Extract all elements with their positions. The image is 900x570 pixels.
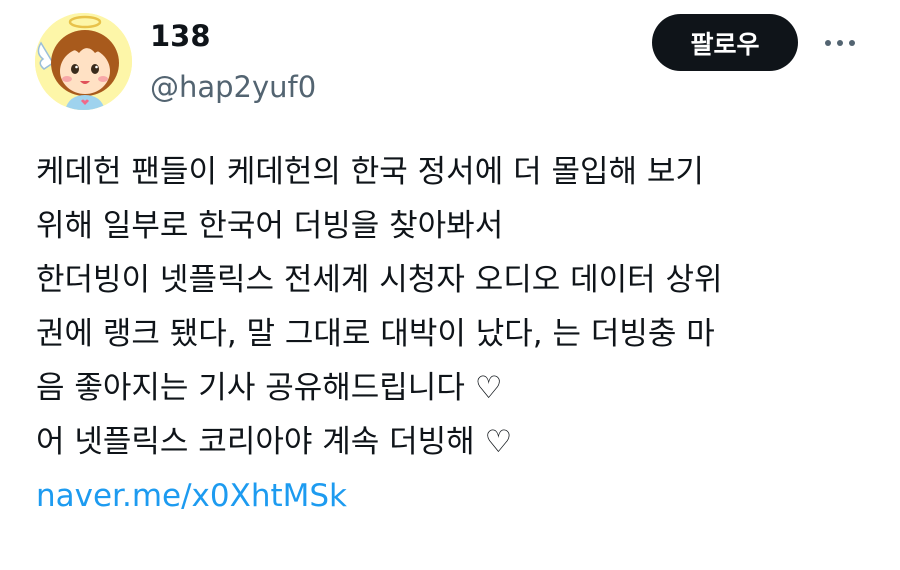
tweet-text-line: 한더빙이 넷플릭스 전세계 시청자 오디오 데이터 상위 [36, 262, 723, 298]
more-options-button[interactable] [816, 28, 864, 58]
more-dots-icon [849, 40, 855, 46]
tweet-link[interactable]: naver.me/x0XhtMSk [36, 469, 347, 523]
tweet-text-line: 위해 일부로 한국어 더빙을 찾아봐서 [36, 208, 504, 244]
tweet-text-line: 어 넷플릭스 코리아야 계속 더빙해 ♡ [36, 424, 513, 460]
avatar[interactable] [35, 13, 132, 110]
tweet-text-line: 음 좋아지는 기사 공유해드립니다 ♡ [36, 370, 503, 406]
tweet-card: 138 @hap2yuf0 팔로우 케데헌 팬들이 케데헌의 한국 정서에 더 … [0, 0, 900, 570]
more-dots-icon [837, 40, 843, 46]
author-handle[interactable]: @hap2yuf0 [150, 69, 316, 105]
tweet-text: 케데헌 팬들이 케데헌의 한국 정서에 더 몰입해 보기 위해 일부로 한국어 … [36, 145, 876, 523]
tweet-text-line: 권에 랭크 됐다, 말 그대로 대박이 났다, 는 더빙충 마 [36, 316, 715, 352]
tweet-text-line: 케데헌 팬들이 케데헌의 한국 정서에 더 몰입해 보기 [36, 154, 704, 190]
angel-girl-avatar-icon [35, 13, 132, 110]
follow-button[interactable]: 팔로우 [652, 14, 798, 71]
author-display-name[interactable]: 138 [150, 18, 211, 54]
more-dots-icon [825, 40, 831, 46]
